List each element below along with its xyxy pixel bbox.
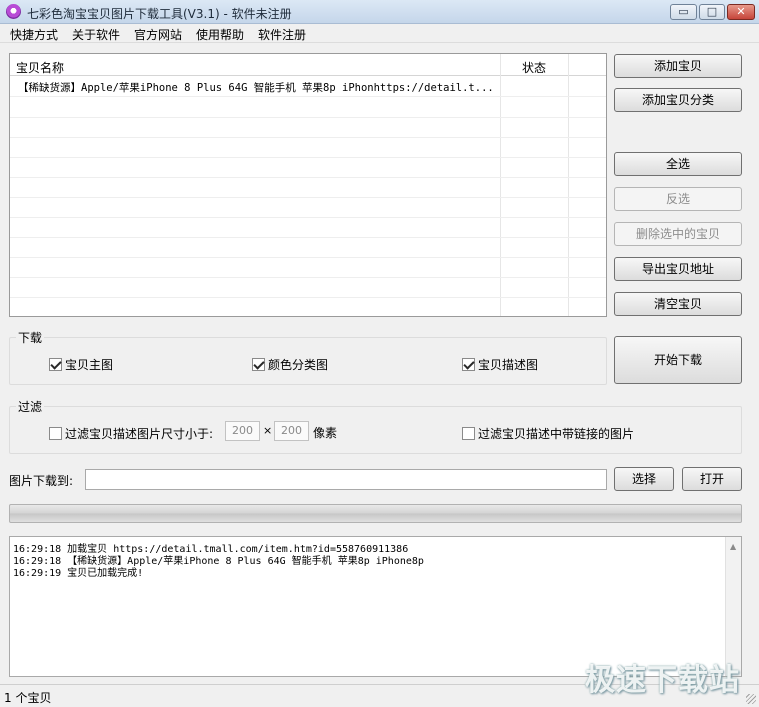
menu-register[interactable]: 软件注册 bbox=[258, 26, 306, 43]
main-image-label: 宝贝主图 bbox=[65, 358, 114, 372]
list-header: 宝贝名称 状态 bbox=[10, 54, 606, 76]
table-row[interactable]: 【稀缺货源】Apple/苹果iPhone 8 Plus 64G 智能手机 苹果8… bbox=[10, 77, 606, 97]
start-download-button[interactable]: 开始下载 bbox=[614, 336, 742, 384]
select-all-button[interactable]: 全选 bbox=[614, 152, 742, 176]
item-count-status: 1 个宝贝 bbox=[4, 691, 52, 705]
app-icon bbox=[6, 4, 21, 19]
color-image-label: 颜色分类图 bbox=[268, 358, 329, 372]
empty-row bbox=[10, 158, 606, 178]
minimize-button[interactable]: ▭ bbox=[670, 4, 697, 20]
log-line: 16:29:19 宝贝已加载完成! bbox=[13, 568, 144, 579]
desc-image-checkbox[interactable]: 宝贝描述图 bbox=[462, 356, 538, 373]
column-header-name[interactable]: 宝贝名称 bbox=[16, 59, 64, 76]
scroll-up-arrow-icon[interactable]: ▲ bbox=[730, 542, 736, 551]
checkbox-unchecked-icon bbox=[49, 427, 62, 440]
empty-row bbox=[10, 198, 606, 218]
item-name-cell: 【稀缺货源】Apple/苹果iPhone 8 Plus 64G 智能手机 苹果8… bbox=[18, 82, 494, 94]
download-path-input[interactable] bbox=[85, 469, 607, 490]
item-list[interactable]: 宝贝名称 状态 【稀缺货源】Apple/苹果iPhone 8 Plus 64G … bbox=[9, 53, 607, 317]
link-filter-checkbox[interactable]: 过滤宝贝描述中带链接的图片 bbox=[462, 425, 634, 442]
open-folder-button[interactable]: 打开 bbox=[682, 467, 742, 491]
resize-grip-icon[interactable] bbox=[746, 694, 756, 704]
empty-row bbox=[10, 178, 606, 198]
pixel-unit-label: 像素 bbox=[313, 426, 338, 440]
watermark-logo: 极速下载站 bbox=[585, 663, 740, 698]
empty-row bbox=[10, 278, 606, 298]
filter-group-label: 过滤 bbox=[16, 398, 45, 415]
main-image-checkbox[interactable]: 宝贝主图 bbox=[49, 356, 113, 373]
title-bar: 七彩色淘宝宝贝图片下载工具(V3.1) - 软件未注册 ▭ □ ✕ bbox=[0, 0, 759, 24]
empty-row bbox=[10, 238, 606, 258]
size-filter-checkbox[interactable]: 过滤宝贝描述图片尺寸小于: bbox=[49, 425, 213, 442]
clear-items-button[interactable]: 清空宝贝 bbox=[614, 292, 742, 316]
download-progress-bar bbox=[9, 504, 742, 523]
choose-folder-button[interactable]: 选择 bbox=[614, 467, 674, 491]
empty-row bbox=[10, 98, 606, 118]
add-item-button[interactable]: 添加宝贝 bbox=[614, 54, 742, 78]
export-address-button[interactable]: 导出宝贝地址 bbox=[614, 257, 742, 281]
window-title: 七彩色淘宝宝贝图片下载工具(V3.1) - 软件未注册 bbox=[27, 7, 292, 21]
invert-selection-button[interactable]: 反选 bbox=[614, 187, 742, 211]
menu-bar: 快捷方式 关于软件 官方网站 使用帮助 软件注册 bbox=[0, 24, 759, 43]
close-button[interactable]: ✕ bbox=[727, 4, 755, 20]
maximize-button[interactable]: □ bbox=[699, 4, 725, 20]
color-image-checkbox[interactable]: 颜色分类图 bbox=[252, 356, 328, 373]
link-filter-label: 过滤宝贝描述中带链接的图片 bbox=[478, 427, 635, 441]
empty-row bbox=[10, 218, 606, 238]
menu-help[interactable]: 使用帮助 bbox=[196, 26, 244, 43]
delete-selected-button[interactable]: 删除选中的宝贝 bbox=[614, 222, 742, 246]
column-header-status[interactable]: 状态 bbox=[522, 59, 546, 76]
checkbox-checked-icon bbox=[49, 358, 62, 371]
checkbox-checked-icon bbox=[252, 358, 265, 371]
empty-row bbox=[10, 258, 606, 278]
times-sign: × bbox=[263, 424, 273, 437]
checkbox-unchecked-icon bbox=[462, 427, 475, 440]
empty-row bbox=[10, 138, 606, 158]
desc-image-label: 宝贝描述图 bbox=[478, 358, 539, 372]
min-height-input[interactable]: 200 bbox=[274, 421, 309, 441]
menu-website[interactable]: 官方网站 bbox=[134, 26, 182, 43]
size-filter-label: 过滤宝贝描述图片尺寸小于: bbox=[65, 427, 214, 441]
path-label: 图片下载到: bbox=[9, 474, 74, 488]
checkbox-checked-icon bbox=[462, 358, 475, 371]
menu-shortcuts[interactable]: 快捷方式 bbox=[10, 26, 58, 43]
menu-about[interactable]: 关于软件 bbox=[72, 26, 120, 43]
download-group-label: 下载 bbox=[16, 329, 45, 346]
empty-row bbox=[10, 118, 606, 138]
min-width-input[interactable]: 200 bbox=[225, 421, 260, 441]
add-category-button[interactable]: 添加宝贝分类 bbox=[614, 88, 742, 112]
